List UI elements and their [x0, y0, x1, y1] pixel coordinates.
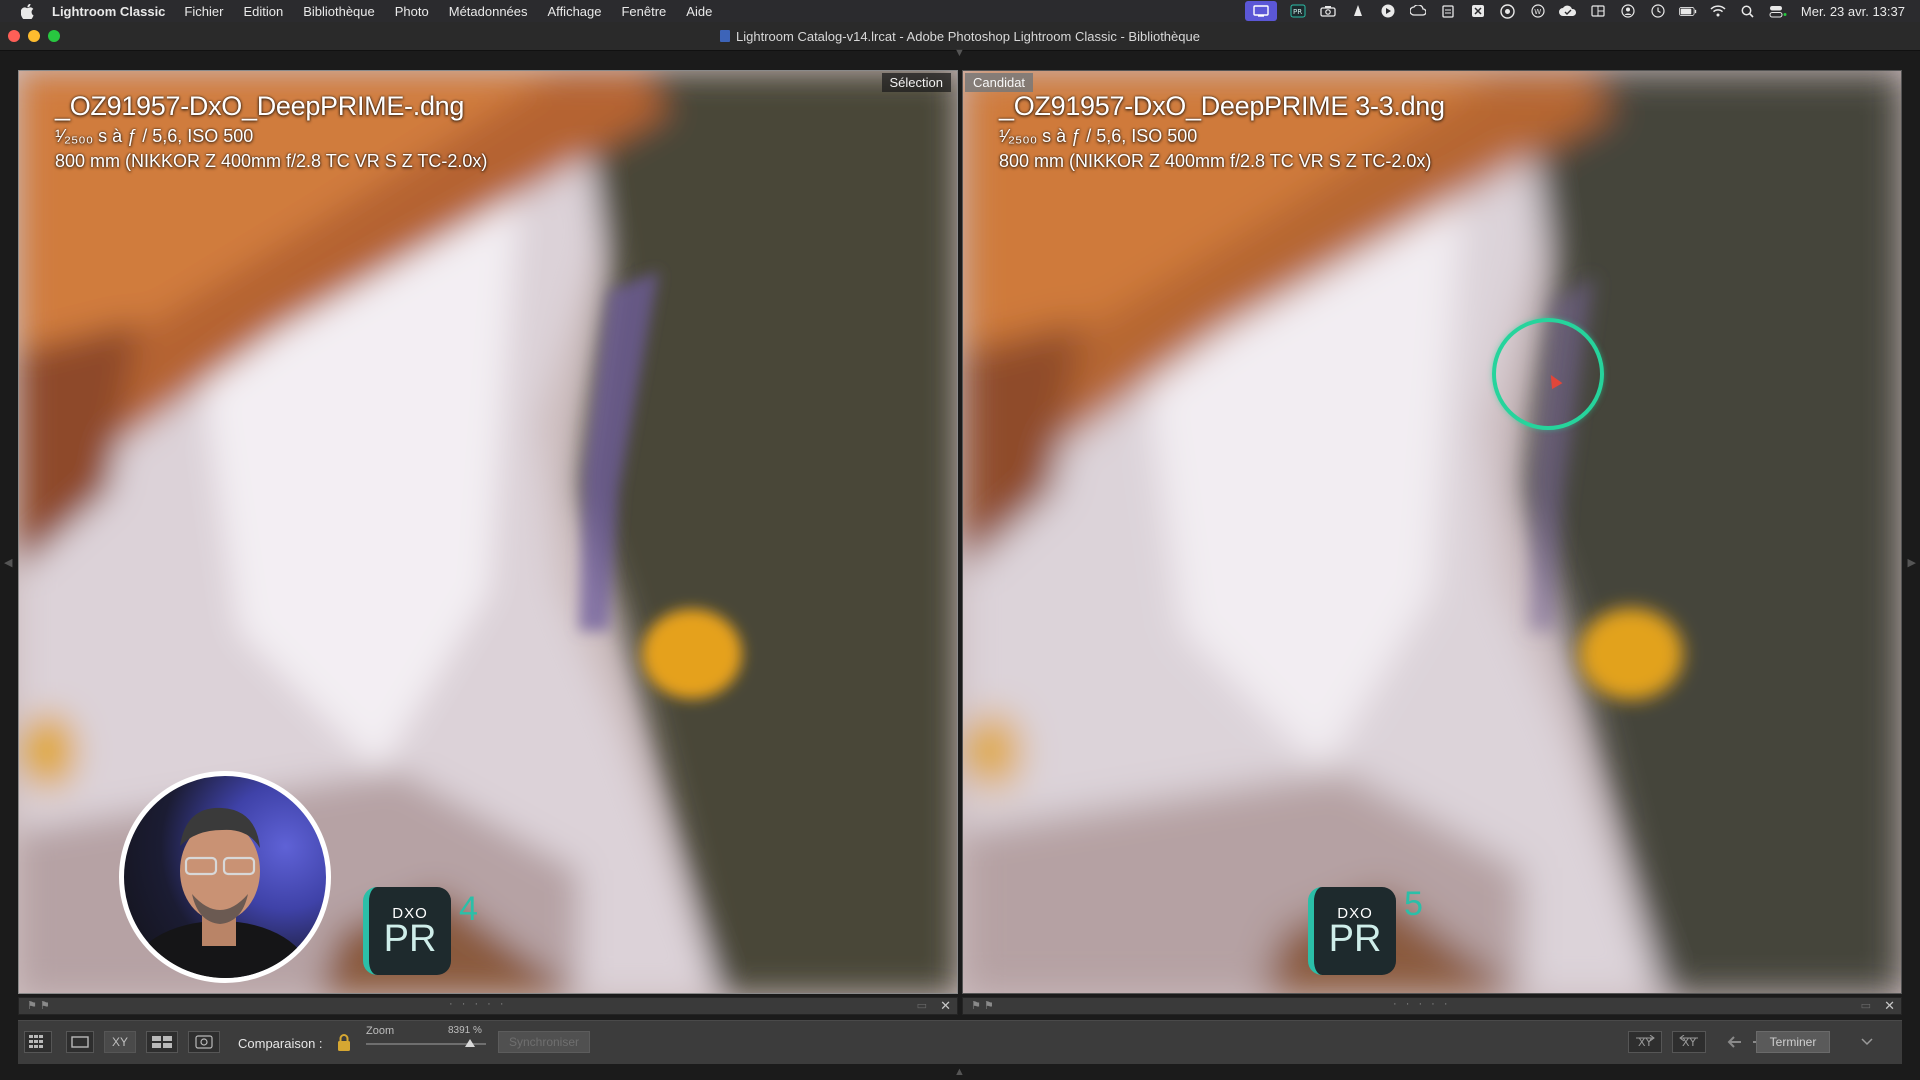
candidate-photo [963, 71, 1901, 993]
w-circle-icon[interactable]: W [1529, 4, 1547, 19]
menu-photo[interactable]: Photo [395, 4, 429, 19]
select-exposure: ¹⁄₂₅₀₀ s à ƒ / 5,6, ISO 500 [55, 126, 254, 146]
compare-toolbar: XY Comparaison : Zoom 8391 % Synchronise… [18, 1020, 1902, 1064]
pr-logo-text: PR [383, 918, 437, 960]
creative-cloud-icon[interactable] [1409, 4, 1427, 19]
camera-icon[interactable] [1319, 4, 1337, 19]
flag-icons[interactable]: ⚑⚑ [971, 999, 997, 1012]
loupe-view-icon[interactable] [66, 1031, 94, 1053]
compare-view: ◀ ▶ ▼ Sélection _OZ91957-DxO_DeepPRIME-.… [0, 47, 1920, 1080]
dxo-version-label: 5 [1404, 885, 1423, 923]
menu-fichier[interactable]: Fichier [184, 4, 223, 19]
printer-icon[interactable] [1349, 4, 1367, 19]
svg-text:W: W [1534, 8, 1541, 16]
control-center-icon[interactable] [1769, 4, 1787, 19]
catalog-document-icon [720, 30, 731, 42]
right-panel-toggle-icon[interactable]: ▶ [1908, 556, 1916, 569]
cloud-check-icon[interactable] [1558, 4, 1577, 19]
synchronize-button[interactable]: Synchroniser [498, 1031, 590, 1053]
menu-metadonnees[interactable]: Métadonnées [449, 4, 528, 19]
select-image-pane[interactable]: Sélection _OZ91957-DxO_DeepPRIME-.dng ¹⁄… [18, 70, 958, 994]
user-circle-icon[interactable] [1619, 4, 1637, 19]
top-panel-toggle-icon[interactable]: ▼ [954, 47, 965, 59]
command-icon[interactable] [1469, 4, 1487, 19]
zoom-value: 8391 % [448, 1025, 482, 1036]
previous-arrow-icon[interactable] [1724, 1031, 1746, 1053]
status-tray: PR W Mer. 23 avr. 13:37 [1239, 0, 1920, 22]
webcam-overlay [119, 771, 331, 983]
select-label: Sélection [881, 73, 951, 92]
people-view-icon[interactable] [188, 1031, 220, 1053]
apple-icon[interactable] [20, 3, 34, 19]
swap-images-icon[interactable]: XY [1628, 1031, 1662, 1053]
select-lens: 800 mm (NIKKOR Z 400mm f/2.8 TC VR S Z T… [55, 151, 488, 171]
left-panel-toggle-icon[interactable]: ◀ [4, 556, 12, 569]
menu-bibliotheque[interactable]: Bibliothèque [303, 4, 375, 19]
select-info-overlay: _OZ91957-DxO_DeepPRIME-.dng ¹⁄₂₅₀₀ s à ƒ… [55, 91, 487, 172]
menu-aide[interactable]: Aide [686, 4, 712, 19]
menu-clock[interactable]: Mer. 23 avr. 13:37 [1801, 4, 1905, 19]
dxo-pr-tray-icon[interactable]: PR [1289, 4, 1307, 19]
window-title-container: Lightroom Catalog-v14.lrcat - Adobe Phot… [0, 29, 1920, 44]
flag-icons[interactable]: ⚑⚑ [27, 999, 53, 1012]
wifi-icon[interactable] [1709, 4, 1727, 19]
pr-logo-text: PR [1328, 918, 1382, 960]
mouse-pointer-icon [1545, 371, 1563, 390]
zoom-label: Zoom [366, 1025, 395, 1037]
candidate-pane-footer: ⚑⚑ · · · · · ▭ ✕ [962, 997, 1902, 1015]
make-select-icon[interactable]: XY [1672, 1031, 1706, 1053]
close-icon[interactable]: ✕ [940, 998, 951, 1014]
survey-view-icon[interactable] [146, 1031, 178, 1053]
window-title: Lightroom Catalog-v14.lrcat - Adobe Phot… [736, 29, 1200, 44]
dxo-version-label: 4 [459, 890, 478, 928]
zoom-slider[interactable] [366, 1039, 486, 1047]
screen-share-icon[interactable] [1244, 1, 1277, 21]
dxo-pureraw-4-logo: DXO PR [363, 887, 451, 975]
compare-view-icon[interactable]: XY [104, 1031, 136, 1053]
menu-edition[interactable]: Edition [243, 4, 283, 19]
chrome-icon[interactable] [1499, 3, 1517, 19]
menu-affichage[interactable]: Affichage [548, 4, 602, 19]
presenter-portrait [130, 807, 310, 978]
candidate-lens: 800 mm (NIKKOR Z 400mm f/2.8 TC VR S Z T… [999, 151, 1432, 171]
toolbar-menu-chevron-icon[interactable] [1856, 1031, 1878, 1053]
menu-fenetre[interactable]: Fenêtre [621, 4, 666, 19]
grid-view-icon[interactable] [24, 1031, 52, 1053]
candidate-label: Candidat [965, 73, 1034, 92]
window-layout-icon[interactable] [1589, 4, 1607, 19]
rating-dots[interactable]: · · · · · [1393, 998, 1451, 1010]
clipboard-icon[interactable] [1439, 4, 1457, 19]
color-label-icon[interactable]: ▭ [917, 999, 927, 1012]
menu-bar: Lightroom Classic Fichier Edition Biblio… [0, 0, 1920, 22]
comparison-label: Comparaison : [238, 1036, 323, 1051]
candidate-info-overlay: _OZ91957-DxO_DeepPRIME 3-3.dng ¹⁄₂₅₀₀ s … [999, 91, 1445, 172]
dxo-pureraw-5-logo: DXO PR [1308, 887, 1396, 975]
color-label-icon[interactable]: ▭ [1861, 999, 1871, 1012]
svg-text:PR: PR [1293, 8, 1302, 16]
select-filename: _OZ91957-DxO_DeepPRIME-.dng [55, 91, 465, 121]
done-button[interactable]: Terminer [1756, 1031, 1830, 1053]
filmstrip-toggle-icon[interactable]: ▲ [954, 1066, 965, 1078]
rating-dots[interactable]: · · · · · [449, 998, 507, 1010]
zoom-slider-thumb[interactable] [465, 1039, 475, 1047]
battery-icon[interactable] [1678, 4, 1697, 19]
time-machine-icon[interactable] [1649, 4, 1667, 19]
search-icon[interactable] [1739, 4, 1757, 19]
select-pane-footer: ⚑⚑ · · · · · ▭ ✕ [18, 997, 958, 1015]
candidate-filename: _OZ91957-DxO_DeepPRIME 3-3.dng [999, 91, 1445, 121]
cursor-highlight-ring [1492, 318, 1604, 430]
menu-app-name[interactable]: Lightroom Classic [52, 4, 165, 19]
xy-label: XY [111, 1035, 128, 1049]
candidate-image-pane[interactable]: Candidat _OZ91957-DxO_DeepPRIME 3-3.dng … [962, 70, 1902, 994]
close-icon[interactable]: ✕ [1884, 998, 1895, 1014]
candidate-exposure: ¹⁄₂₅₀₀ s à ƒ / 5,6, ISO 500 [999, 126, 1198, 146]
lock-icon[interactable] [336, 1033, 352, 1052]
play-icon[interactable] [1379, 4, 1397, 19]
